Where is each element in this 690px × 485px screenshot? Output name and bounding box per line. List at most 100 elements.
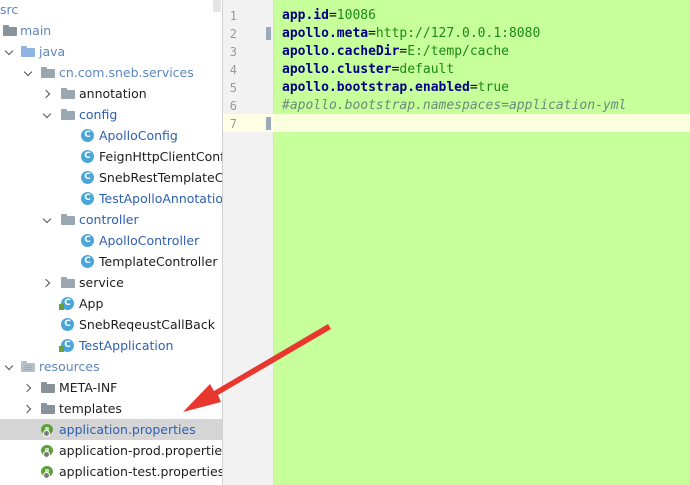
tree-row-resources[interactable]: resources bbox=[0, 356, 222, 377]
tree-row-snebresttemplateconfig[interactable]: C SnebRestTemplateConfig bbox=[0, 167, 223, 188]
comment-text: #apollo.bootstrap.namespaces=application… bbox=[282, 98, 627, 113]
tree-label: ApolloConfig bbox=[99, 128, 178, 143]
tree-label: annotation bbox=[79, 86, 147, 101]
tree-label: templates bbox=[59, 401, 122, 416]
code-line-3[interactable]: apollo.cacheDir=E:/temp/cache bbox=[282, 43, 509, 61]
resources-folder-icon bbox=[21, 361, 36, 372]
tree-row-config[interactable]: config bbox=[0, 104, 222, 125]
property-value: true bbox=[477, 80, 509, 95]
tree-row-package[interactable]: cn.com.sneb.services bbox=[0, 62, 222, 83]
tree-row-application-test-properties[interactable]: application-test.properties bbox=[0, 461, 223, 482]
tree-row-testapolloannotation[interactable]: C TestApolloAnnotation bbox=[0, 188, 223, 209]
tree-label: src bbox=[0, 2, 19, 17]
line-number: 2 bbox=[229, 27, 237, 41]
line-number: 5 bbox=[229, 81, 237, 95]
chevron-right-icon[interactable] bbox=[42, 83, 54, 104]
property-key: apollo.cluster bbox=[282, 62, 392, 77]
tree-row-testapplication[interactable]: C TestApplication bbox=[0, 335, 222, 356]
tree-row-meta-inf[interactable]: META-INF bbox=[0, 377, 222, 398]
folder-icon bbox=[41, 403, 56, 414]
package-icon bbox=[61, 88, 76, 99]
tree-row-snebreqeustcallback[interactable]: C SnebReqeustCallBack bbox=[0, 314, 222, 335]
property-separator: = bbox=[469, 80, 478, 95]
tree-row-src[interactable]: src bbox=[0, 0, 222, 20]
package-icon bbox=[41, 67, 56, 78]
tree-row-java[interactable]: java bbox=[0, 41, 222, 62]
folder-icon bbox=[3, 25, 18, 36]
folder-icon bbox=[41, 382, 56, 393]
source-folder-icon bbox=[21, 46, 36, 57]
tree-scrollbar[interactable] bbox=[213, 0, 221, 12]
tree-label: application-prod.properties bbox=[59, 443, 223, 458]
class-icon: C bbox=[81, 129, 94, 142]
chevron-down-icon[interactable] bbox=[42, 104, 54, 125]
property-key: apollo.bootstrap.enabled bbox=[282, 80, 470, 95]
property-key: apollo.meta bbox=[282, 26, 369, 41]
tree-label: SnebReqeustCallBack bbox=[79, 317, 215, 332]
tree-label: TestApplication bbox=[79, 338, 174, 353]
tree-label: java bbox=[39, 44, 66, 59]
line-number: 7 bbox=[229, 117, 237, 131]
chevron-right-icon[interactable] bbox=[23, 377, 35, 398]
tree-row-application-properties[interactable]: application.properties bbox=[0, 419, 222, 440]
tree-row-main[interactable]: main bbox=[0, 20, 222, 41]
tree-row-feignhttpclientconfig[interactable]: C FeignHttpClientConfig bbox=[0, 146, 223, 167]
tree-label: ApolloController bbox=[99, 233, 200, 248]
runnable-class-icon: C bbox=[59, 297, 74, 310]
line-number: 4 bbox=[229, 63, 237, 77]
package-icon bbox=[61, 109, 76, 120]
tree-row-service[interactable]: service bbox=[0, 272, 222, 293]
property-value: E:/temp/cache bbox=[407, 44, 509, 59]
tree-label: SnebRestTemplateConfig bbox=[99, 170, 223, 185]
property-value: default bbox=[399, 62, 455, 77]
tree-label: application.properties bbox=[59, 422, 196, 437]
tree-label: resources bbox=[39, 359, 100, 374]
code-line-6[interactable]: #apollo.bootstrap.namespaces=application… bbox=[282, 97, 626, 115]
tree-label: service bbox=[79, 275, 124, 290]
line-number: 6 bbox=[229, 99, 237, 113]
tree-label: main bbox=[20, 23, 52, 38]
tree-label: TestApolloAnnotation bbox=[99, 191, 223, 206]
properties-file-icon bbox=[41, 444, 54, 458]
chevron-down-icon[interactable] bbox=[4, 356, 16, 377]
code-line-4[interactable]: apollo.cluster=default bbox=[282, 61, 454, 79]
property-value: http://127.0.0.1:8080 bbox=[375, 26, 541, 41]
tree-row-annotation[interactable]: annotation bbox=[0, 83, 222, 104]
package-icon bbox=[61, 214, 76, 225]
runnable-class-icon: C bbox=[59, 339, 74, 352]
tree-row-templates[interactable]: templates bbox=[0, 398, 222, 419]
chevron-down-icon[interactable] bbox=[42, 209, 54, 230]
tree-label: App bbox=[79, 296, 104, 311]
class-icon: C bbox=[81, 255, 94, 268]
chevron-down-icon[interactable] bbox=[23, 62, 35, 83]
line-number: 3 bbox=[229, 45, 237, 59]
package-icon bbox=[61, 277, 76, 288]
property-separator: = bbox=[368, 26, 376, 41]
tree-row-templatecontroller[interactable]: C TemplateController bbox=[0, 251, 222, 272]
chevron-right-icon[interactable] bbox=[23, 398, 35, 419]
gutter-change-marker[interactable] bbox=[266, 27, 271, 40]
tree-row-app[interactable]: C App bbox=[0, 293, 222, 314]
code-line-5[interactable]: apollo.bootstrap.enabled=true bbox=[282, 79, 509, 97]
class-icon: C bbox=[81, 234, 94, 247]
tree-label: config bbox=[79, 107, 118, 122]
chevron-right-icon[interactable] bbox=[42, 272, 54, 293]
class-icon: C bbox=[81, 192, 94, 205]
properties-file-icon bbox=[41, 465, 54, 479]
code-line-1[interactable]: app.id=10086 bbox=[282, 7, 376, 25]
tree-label: cn.com.sneb.services bbox=[59, 65, 194, 80]
property-value: 10086 bbox=[336, 8, 376, 23]
tree-label: TemplateController bbox=[99, 254, 218, 269]
tree-row-apolloconfig[interactable]: C ApolloConfig bbox=[0, 125, 222, 146]
property-key: app.id bbox=[282, 8, 329, 23]
gutter-change-marker[interactable] bbox=[266, 117, 271, 130]
chevron-down-icon[interactable] bbox=[4, 41, 16, 62]
code-line-2[interactable]: apollo.meta=http://127.0.0.1:8080 bbox=[282, 25, 540, 43]
tree-label: application-test.properties bbox=[59, 464, 223, 479]
tree-label: controller bbox=[79, 212, 139, 227]
tree-row-application-prod-properties[interactable]: application-prod.properties bbox=[0, 440, 223, 461]
tree-row-controller[interactable]: controller bbox=[0, 209, 222, 230]
property-key: apollo.cacheDir bbox=[282, 44, 400, 59]
tree-row-apollocontroller[interactable]: C ApolloController bbox=[0, 230, 222, 251]
current-line-highlight bbox=[223, 114, 690, 132]
